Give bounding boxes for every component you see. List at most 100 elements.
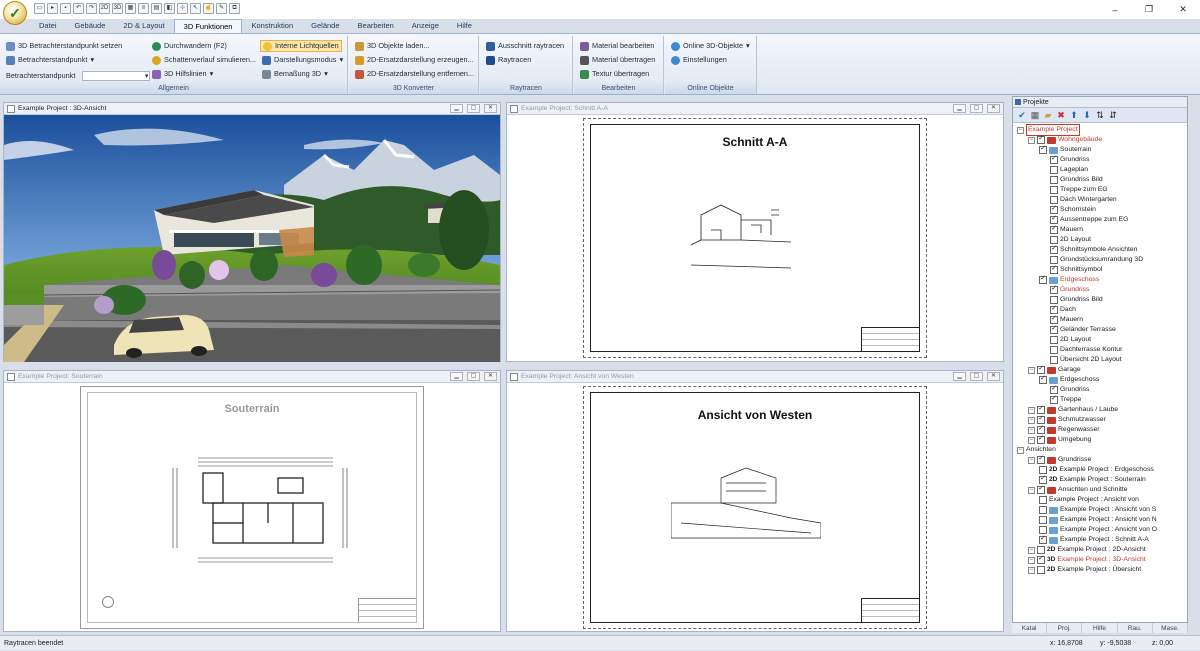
helplines-3d-button[interactable]: 3D Hilfslinien ▾	[152, 68, 213, 80]
tree-node[interactable]: Example Project : Ansicht von S	[1039, 505, 1156, 515]
window-restore-button[interactable]: ▢	[467, 104, 480, 113]
visibility-checkbox[interactable]	[1037, 546, 1045, 554]
open-icon[interactable]: ▸	[47, 3, 58, 14]
window-minimize-button[interactable]: ▁	[450, 104, 463, 113]
visibility-checkbox[interactable]	[1050, 266, 1058, 274]
copy-icon[interactable]: ⧉	[229, 3, 240, 14]
tree-node[interactable]: Aussentreppe zum EG	[1050, 215, 1128, 225]
edit-material-button[interactable]: Material bearbeiten	[580, 40, 654, 52]
pointer-icon[interactable]: ☝	[203, 3, 214, 14]
expand-icon[interactable]: −	[1028, 416, 1035, 424]
tree-node[interactable]: 2D Layout	[1050, 335, 1091, 345]
redo-icon[interactable]: ↷	[86, 3, 97, 14]
visibility-checkbox[interactable]	[1050, 156, 1058, 164]
tree-node[interactable]: Example Project : Ansicht von	[1039, 495, 1139, 505]
tree-node[interactable]: Grundstücksumrandung 3D	[1050, 255, 1143, 265]
visibility-checkbox[interactable]	[1037, 136, 1045, 144]
app-orb-icon[interactable]: ✓	[3, 1, 27, 25]
expand-icon[interactable]: −	[1028, 436, 1035, 444]
tree-node[interactable]: Souterrain	[1039, 145, 1091, 155]
table-icon[interactable]: ≡	[138, 3, 149, 14]
visibility-checkbox[interactable]	[1037, 486, 1045, 494]
viewpoint-menu-button[interactable]: Betrachterstandpunkt ▾	[6, 54, 94, 66]
view-2d-icon[interactable]: 2D	[99, 3, 110, 14]
walkthrough-button[interactable]: Durchwandern (F2)	[152, 40, 227, 52]
folder-icon[interactable]: ▰	[1043, 110, 1053, 120]
tree-node[interactable]: Grundriss	[1050, 285, 1089, 295]
tree-node[interactable]: Lageplan	[1050, 165, 1088, 175]
tab-projekte[interactable]: Proj.	[1047, 623, 1083, 633]
visibility-checkbox[interactable]	[1037, 426, 1045, 434]
tree-node[interactable]: − Gartenhaus / Laube	[1028, 405, 1118, 415]
minimize-icon[interactable]: –	[1098, 0, 1132, 19]
expand-icon[interactable]: −	[1017, 446, 1024, 454]
window-close-button[interactable]: ✕	[987, 372, 1000, 381]
create-2d-replacement-button[interactable]: 2D-Ersatzdarstellung erzeugen...	[355, 54, 474, 66]
tree-node[interactable]: 2DExample Project : Souterrain	[1039, 475, 1146, 485]
visibility-checkbox[interactable]	[1039, 376, 1047, 384]
expand-icon[interactable]: −	[1028, 426, 1035, 434]
close-icon[interactable]: ✕	[1166, 0, 1200, 19]
window-minimize-button[interactable]: ▁	[953, 104, 966, 113]
expand-icon[interactable]: −	[1028, 366, 1035, 374]
expand-icon[interactable]: −	[1028, 546, 1035, 554]
tree-node[interactable]: Example Project : Ansicht von O	[1039, 525, 1157, 535]
load-3d-objects-button[interactable]: 3D Objekte laden...	[355, 40, 429, 52]
visibility-checkbox[interactable]	[1039, 516, 1047, 524]
move-down-icon[interactable]: ⬇	[1082, 110, 1092, 120]
tab-katalog[interactable]: Katal	[1012, 623, 1048, 633]
visibility-checkbox[interactable]	[1050, 326, 1058, 334]
visibility-checkbox[interactable]	[1050, 186, 1058, 194]
visibility-checkbox[interactable]	[1039, 146, 1047, 154]
tree-node[interactable]: − Garage	[1028, 365, 1081, 375]
visibility-checkbox[interactable]	[1039, 466, 1047, 474]
tree-node[interactable]: − Example Project	[1017, 124, 1080, 136]
window-ansicht-westen[interactable]: Example Project: Ansicht von Westen ▁ ▢ ✕ …	[506, 370, 1004, 632]
tree-node[interactable]: Example Project : Schnitt A-A	[1039, 535, 1149, 545]
visibility-checkbox[interactable]	[1050, 256, 1058, 264]
chart-icon[interactable]: ▤	[151, 3, 162, 14]
visibility-checkbox[interactable]	[1050, 306, 1058, 314]
tree-node[interactable]: Mauern	[1050, 315, 1083, 325]
tab-gebaeude[interactable]: Gebäude	[66, 19, 115, 33]
visibility-checkbox[interactable]	[1037, 436, 1045, 444]
window-restore-button[interactable]: ▢	[467, 372, 480, 381]
tab-hilfe-panel[interactable]: Hilfe	[1082, 623, 1118, 633]
window-close-button[interactable]: ✕	[484, 372, 497, 381]
window-restore-button[interactable]: ▢	[970, 104, 983, 113]
set-viewpoint-button[interactable]: 3D Betrachterstandpunkt setzen	[6, 40, 122, 52]
visibility-checkbox[interactable]	[1050, 336, 1058, 344]
tree-node[interactable]: 2D Example Project : Erdgeschoss	[1039, 465, 1154, 475]
visibility-checkbox[interactable]	[1050, 286, 1058, 294]
transfer-material-button[interactable]: Material übertragen	[580, 54, 655, 66]
tree-node[interactable]: − Ansichten und Schnitte	[1028, 485, 1128, 495]
visibility-checkbox[interactable]	[1039, 536, 1047, 544]
online-settings-button[interactable]: Einstellungen	[671, 54, 727, 66]
window-minimize-button[interactable]: ▁	[953, 372, 966, 381]
expand-icon[interactable]: −	[1028, 566, 1035, 574]
expand-icon[interactable]: −	[1017, 126, 1024, 134]
tree-node[interactable]: Geländer Terrasse	[1050, 325, 1116, 335]
viewpoint-combo[interactable]	[82, 71, 151, 83]
rendered-3d-scene[interactable]	[4, 115, 500, 362]
check-icon[interactable]: ✔	[1017, 110, 1027, 120]
expand-icon[interactable]: −	[1028, 136, 1035, 144]
remove-2d-replacement-button[interactable]: 2D-Ersatzdarstellung entfernen...	[355, 68, 474, 80]
undo-icon[interactable]: ↶	[73, 3, 84, 14]
tree-node[interactable]: Example Project : Ansicht von N	[1039, 515, 1157, 525]
visibility-checkbox[interactable]	[1037, 566, 1045, 574]
tree-node[interactable]: Dach Wintergarten	[1050, 195, 1117, 205]
new-icon[interactable]: ▭	[34, 3, 45, 14]
display-mode-button[interactable]: Darstellungsmodus ▾	[262, 54, 343, 66]
tree-node[interactable]: − 2D Example Project : Übersicht	[1028, 565, 1141, 575]
move-up-icon[interactable]: ⬆	[1069, 110, 1079, 120]
snap-icon[interactable]: ⊹	[177, 3, 188, 14]
visibility-checkbox[interactable]	[1050, 316, 1058, 324]
visibility-checkbox[interactable]	[1050, 396, 1058, 404]
viewpoint-select[interactable]: Betrachterstandpunkt	[6, 70, 151, 83]
tab-3d-funktionen[interactable]: 3D Funktionen	[173, 19, 243, 33]
visibility-checkbox[interactable]	[1050, 236, 1058, 244]
maximize-icon[interactable]: ❐	[1132, 0, 1166, 19]
tree-node[interactable]: Dachterrasse Kontur	[1050, 345, 1122, 355]
view-3d-icon[interactable]: 3D	[112, 3, 123, 14]
